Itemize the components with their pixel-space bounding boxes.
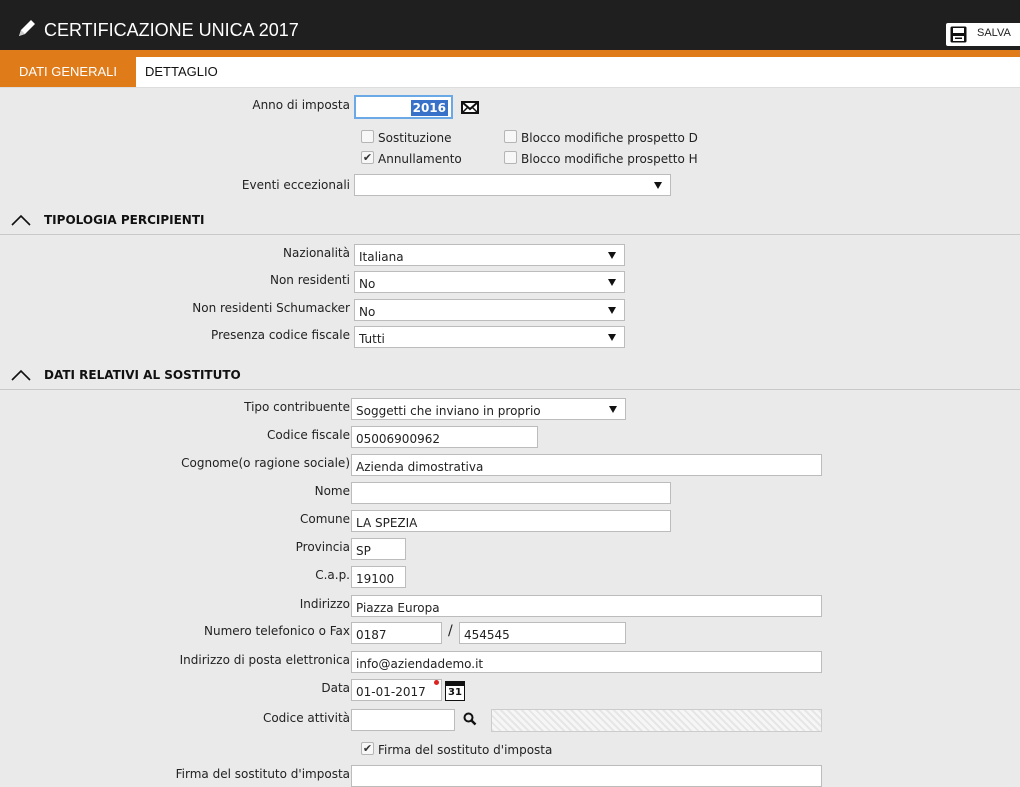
floppy-disk-icon [950,26,967,43]
telefono-label: Numero telefonico o Fax [204,624,350,638]
codice-fiscale-input[interactable]: 05006900962 [351,426,538,448]
comune-input[interactable]: LA SPEZIA [351,510,671,532]
presenza-cf-label: Presenza codice fiscale [211,328,350,342]
calendar-day: 31 [445,685,465,701]
telefono-number-input[interactable]: 454545 [459,622,626,644]
sostituzione-label: Sostituzione [378,131,452,145]
non-residenti-label: Non residenti [269,273,350,287]
annullamento-checkbox[interactable]: ✔ [361,151,374,164]
title-bar: CERTIFICAZIONE UNICA 2017 SALVA [0,0,1020,50]
codice-attivita-label: Codice attività [262,711,350,725]
chevron-up-icon[interactable] [11,214,31,226]
chevron-up-icon[interactable] [11,369,31,381]
accent-stripe [0,50,1020,57]
provincia-label: Provincia [295,540,350,554]
attivita-description-field [491,709,822,732]
indirizzo-label: Indirizzo [299,597,350,611]
section-divider [0,234,1020,235]
non-residenti-value: No [359,277,376,291]
page-title: CERTIFICAZIONE UNICA 2017 [44,20,299,40]
firma-checkbox-label: Firma del sostituto d'imposta [378,743,553,757]
chevron-down-icon [654,182,662,189]
envelope-icon[interactable] [461,101,479,114]
indirizzo-input[interactable]: Piazza Europa [351,595,822,617]
calendar-icon[interactable]: 31 [445,681,465,701]
data-label: Data [321,681,350,695]
presenza-cf-value: Tutti [359,332,385,346]
nome-label: Nome [314,484,350,498]
codice-fiscale-label: Codice fiscale [267,428,350,442]
tipo-contribuente-select[interactable]: Soggetti che inviano in proprio [351,398,626,420]
schumacker-label: Non residenti Schumacker [192,301,350,315]
section-divider [0,389,1020,390]
data-input[interactable]: 01-01-2017 [351,679,442,701]
save-button[interactable]: SALVA [946,23,1020,46]
anno-input[interactable]: 2016 [354,95,453,119]
chevron-down-icon [608,279,616,286]
cognome-input[interactable]: Azienda dimostrativa [351,454,822,476]
chevron-down-icon [608,252,616,259]
blocco-d-checkbox[interactable] [504,130,517,143]
nome-input[interactable] [351,482,671,504]
provincia-input[interactable]: SP [351,538,406,560]
tab-dati-generali[interactable]: DATI GENERALI [0,57,136,87]
anno-label: Anno di imposta [252,98,350,112]
firma-checkbox[interactable]: ✔ [361,742,374,755]
nazionalita-select[interactable]: Italiana [354,244,625,266]
save-button-label: SALVA [977,27,1011,39]
sostituzione-checkbox[interactable] [361,130,374,143]
telefono-separator: / [448,623,453,639]
nazionalita-value: Italiana [359,250,404,264]
firma-input[interactable] [351,765,822,787]
section-title-sostituto[interactable]: DATI RELATIVI AL SOSTITUTO [44,368,241,382]
email-label: Indirizzo di posta elettronica [179,653,350,667]
eventi-select[interactable] [354,174,671,196]
schumacker-value: No [359,305,376,319]
anno-value: 2016 [410,100,448,116]
tab-dettaglio[interactable]: DETTAGLIO [145,57,218,87]
tipo-contribuente-label: Tipo contribuente [244,400,350,414]
tab-bar: DATI GENERALI DETTAGLIO [0,57,1020,88]
non-residenti-select[interactable]: No [354,271,625,293]
search-icon[interactable] [463,712,477,726]
required-marker [434,680,439,685]
nazionalita-label: Nazionalità [283,246,350,260]
pencil-icon [19,20,35,36]
chevron-down-icon [608,307,616,314]
cap-label: C.a.p. [315,568,350,582]
blocco-d-label: Blocco modifiche prospetto D [521,131,698,145]
cognome-label: Cognome(o ragione sociale) [181,456,350,470]
eventi-label: Eventi eccezionali [241,178,350,192]
codice-attivita-input[interactable] [351,709,455,731]
presenza-cf-select[interactable]: Tutti [354,326,625,348]
annullamento-label: Annullamento [378,152,462,166]
telefono-prefix-input[interactable]: 0187 [351,622,442,644]
section-title-tipologia[interactable]: TIPOLOGIA PERCIPIENTI [44,213,205,227]
blocco-h-checkbox[interactable] [504,151,517,164]
schumacker-select[interactable]: No [354,299,625,321]
firma-label: Firma del sostituto d'imposta [175,767,350,781]
blocco-h-label: Blocco modifiche prospetto H [521,152,698,166]
tipo-contribuente-value: Soggetti che inviano in proprio [356,404,541,418]
chevron-down-icon [608,334,616,341]
email-input[interactable]: info@aziendademo.it [351,651,822,673]
cap-input[interactable]: 19100 [351,566,406,588]
chevron-down-icon [609,406,617,413]
comune-label: Comune [299,512,350,526]
